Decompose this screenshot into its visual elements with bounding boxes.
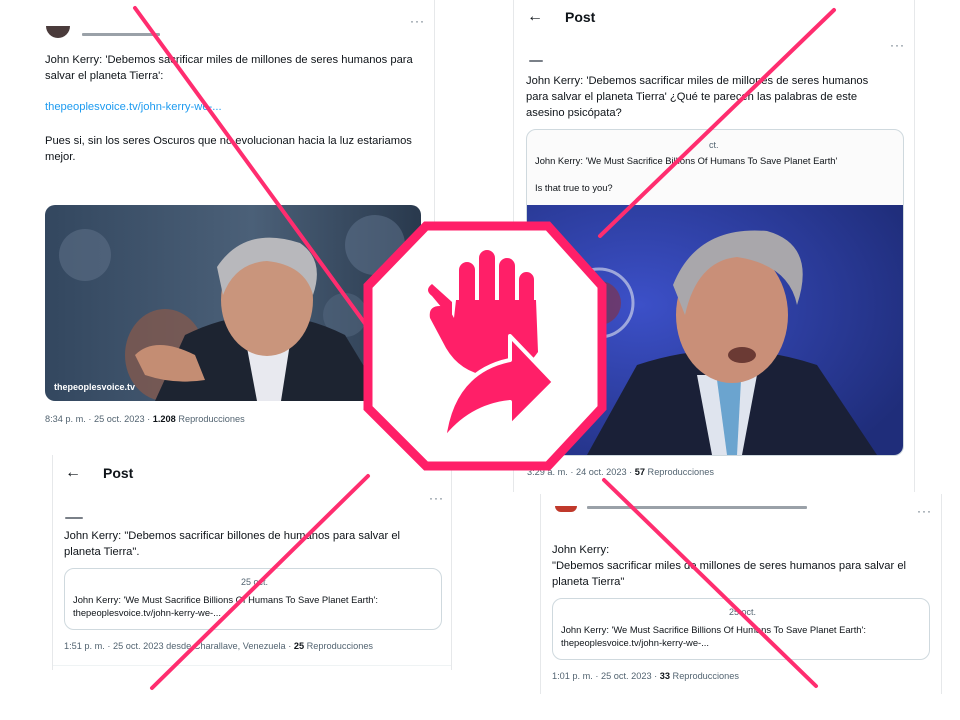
post-header-title: Post: [103, 465, 134, 481]
post-text-2: Pues si, sin los seres Oscuros que no ev…: [45, 135, 412, 163]
post-text: John Kerry: "Debemos sacrificar billones…: [64, 530, 401, 558]
kerry-photo-illustration: [45, 205, 421, 401]
post-text-1: John Kerry: 'Debemos sacrificar miles de…: [45, 54, 413, 82]
quoted-post-date: 25 oct.: [241, 577, 269, 587]
more-options-icon[interactable]: ···: [410, 14, 425, 28]
post-timestamp-views: 8:34 p. m. · 25 oct. 2023 · 1.208 Reprod…: [45, 414, 245, 424]
more-options-icon[interactable]: ···: [429, 491, 444, 505]
more-options-icon[interactable]: ···: [917, 504, 932, 518]
back-arrow-icon[interactable]: ←: [65, 464, 81, 482]
back-arrow-icon[interactable]: ←: [527, 8, 543, 26]
author-avatar[interactable]: [555, 506, 577, 512]
more-options-icon[interactable]: ···: [890, 38, 905, 52]
quoted-post-date: 25 oct.: [729, 607, 757, 617]
quoted-post-question: Is that true to you?: [535, 182, 613, 193]
post-time[interactable]: 1:51 p. m. · 25 oct. 2023 desde Charalla…: [64, 641, 294, 651]
quoted-post-image[interactable]: [527, 205, 903, 455]
quoted-post-text: John Kerry: 'We Must Sacrifice Billions …: [561, 624, 866, 648]
quoted-post-text: John Kerry: 'We Must Sacrifice Billions …: [535, 155, 838, 166]
author-row-cropped: [529, 60, 543, 62]
post-timestamp-views: 3:29 a. m. · 24 oct. 2023 · 57 Reproducc…: [527, 467, 714, 477]
post-card-3: ← Post ··· John Kerry: "Debemos sacrific…: [53, 455, 451, 670]
views-label: Reproducciones: [304, 641, 374, 651]
post-header-title: Post: [565, 9, 596, 25]
post-timestamp-views: 1:01 p. m. · 25 oct. 2023 · 33 Reproducc…: [552, 671, 739, 681]
views-label: Reproducciones: [645, 467, 714, 477]
post-card-2: ← Post ··· John Kerry: 'Debemos sacrific…: [514, 0, 914, 492]
post-header: ← Post: [527, 8, 595, 26]
quoted-post[interactable]: 25 oct. John Kerry: 'We Must Sacrifice B…: [552, 598, 930, 660]
quoted-post-date: ct.: [709, 140, 719, 150]
quoted-post-text: John Kerry: 'We Must Sacrifice Billions …: [73, 594, 378, 618]
post-link[interactable]: thepeoplesvoice.tv/john-kerry-we-...: [45, 101, 222, 113]
quoted-post[interactable]: 25 oct. John Kerry: 'We Must Sacrifice B…: [64, 568, 442, 630]
post-header: ← Post: [65, 464, 133, 482]
author-avatar[interactable]: [46, 26, 70, 38]
kerry-photo-illustration-2: [527, 205, 903, 455]
author-row-cropped: [65, 517, 83, 519]
post-time[interactable]: 8:34 p. m. · 25 oct. 2023 ·: [45, 414, 153, 424]
views-label: Reproducciones: [670, 671, 739, 681]
author-name-cropped: [587, 506, 807, 509]
post-time[interactable]: 3:29 a. m. · 24 oct. 2023 ·: [527, 467, 635, 477]
post-card-4: ··· John Kerry: "Debemos sacrificar mile…: [541, 494, 941, 694]
post-image-kerry[interactable]: thepeoplesvoice.tv: [45, 205, 421, 401]
post-text: John Kerry: 'Debemos sacrificar miles de…: [526, 75, 869, 119]
image-watermark: thepeoplesvoice.tv: [54, 382, 136, 392]
views-count: 33: [659, 671, 670, 681]
post-timestamp-views: 1:51 p. m. · 25 oct. 2023 desde Charalla…: [64, 641, 373, 651]
views-count: 1.208: [152, 414, 176, 424]
divider: [53, 665, 451, 666]
author-name-cropped: [82, 33, 160, 36]
views-count: 57: [634, 467, 645, 477]
views-label: Reproducciones: [175, 414, 245, 424]
quoted-post[interactable]: ct. John Kerry: 'We Must Sacrifice Billi…: [526, 129, 904, 456]
post-time[interactable]: 1:01 p. m. · 25 oct. 2023 ·: [552, 671, 660, 681]
post-card-1: ··· John Kerry: 'Debemos sacrificar mile…: [34, 0, 434, 440]
views-count: 25: [293, 641, 305, 651]
post-text: John Kerry: "Debemos sacrificar miles de…: [552, 544, 907, 588]
